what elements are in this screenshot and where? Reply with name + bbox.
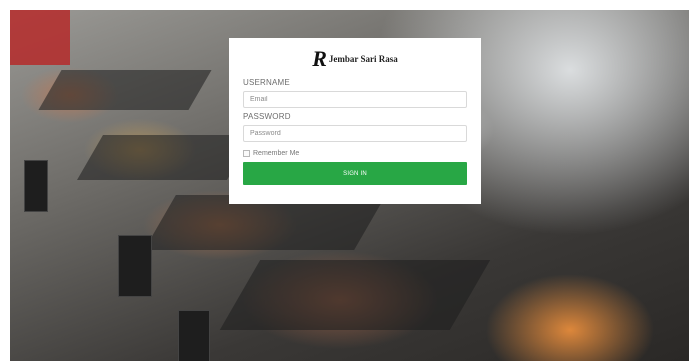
background-red-object	[10, 10, 70, 65]
background-label-card	[24, 160, 48, 212]
background-tray	[38, 70, 212, 110]
remember-me-label[interactable]: Remember Me	[253, 150, 299, 157]
background-label-card	[178, 310, 210, 361]
background-tray	[219, 260, 491, 330]
password-label: PASSWORD	[243, 112, 291, 121]
password-field[interactable]	[243, 125, 467, 142]
email-field[interactable]	[243, 91, 467, 108]
background-label-card	[118, 235, 152, 297]
username-label: USERNAME	[243, 78, 290, 87]
brand-logo-icon: R	[312, 46, 327, 71]
remember-me-row[interactable]: Remember Me	[243, 150, 467, 157]
remember-me-checkbox[interactable]	[243, 150, 250, 157]
background-tray	[77, 135, 253, 180]
sign-in-button[interactable]: SIGN IN	[243, 162, 467, 185]
brand-header: R Jembar Sari Rasa	[243, 44, 467, 74]
brand-name: Jembar Sari Rasa	[328, 54, 398, 64]
login-card: R Jembar Sari Rasa USERNAME PASSWORD Rem…	[229, 38, 481, 204]
